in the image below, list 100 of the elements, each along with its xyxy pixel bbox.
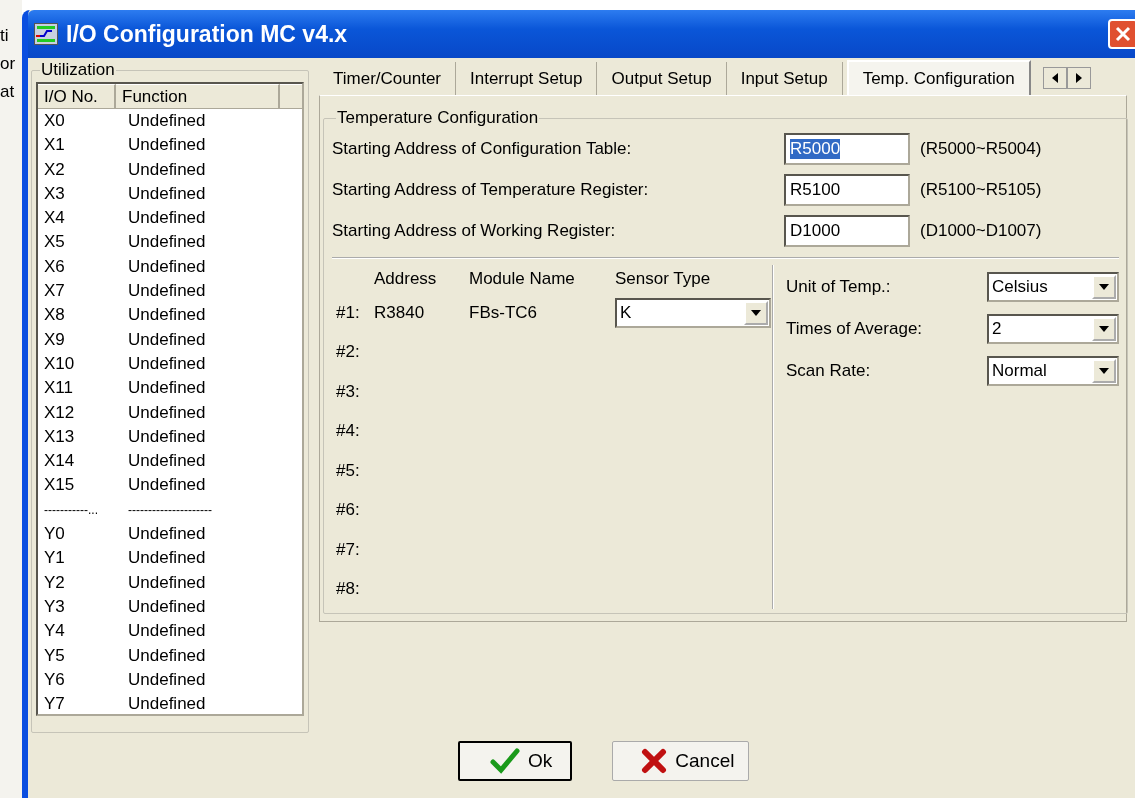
io-number: X1	[43, 134, 66, 157]
checkmark-icon	[490, 748, 520, 774]
function-cell-text: Undefined	[128, 280, 207, 303]
module-number: #7:	[335, 539, 361, 560]
app-icon	[34, 23, 58, 45]
dropdown-arrow-icon	[751, 309, 761, 316]
function-cell-text: Undefined	[128, 571, 207, 594]
range-text: (R5100~R5105)	[920, 179, 1042, 200]
close-icon	[1114, 25, 1132, 43]
scroll-right-button[interactable]	[1066, 66, 1091, 89]
column-header[interactable]: I/O No.	[38, 84, 116, 108]
function-cell-text: Undefined	[128, 377, 207, 400]
io-number: Y7	[43, 693, 66, 716]
background-window-text: at	[0, 81, 16, 103]
io-number: X5	[43, 231, 66, 254]
function-cell-text: Undefined	[128, 474, 207, 497]
io-number: X11	[43, 377, 74, 400]
range-text: (R5000~R5004)	[920, 138, 1042, 159]
function-cell-text: Undefined	[128, 182, 207, 205]
module-number: #3:	[335, 381, 361, 402]
io-number: Y0	[43, 523, 66, 546]
function-cell-text: Undefined	[128, 207, 207, 230]
sensor-type-dropdown[interactable]: K	[615, 297, 771, 328]
window-title: I/O Configuration MC v4.x	[66, 20, 349, 48]
module-address: R3840	[374, 302, 426, 323]
close-button[interactable]	[1108, 19, 1135, 49]
io-number: Y6	[43, 668, 66, 691]
background-window-text: ti	[0, 25, 10, 47]
function-cell-text: Undefined	[128, 110, 207, 132]
column-header: Module Name	[469, 269, 576, 289]
function-cell-text: Undefined	[128, 134, 207, 157]
function-cell-text: Undefined	[128, 158, 207, 181]
io-number: X14	[43, 450, 76, 473]
field-label: Starting Address of Configuration Table:	[332, 138, 633, 159]
io-number: X13	[43, 425, 76, 448]
io-number: Y1	[43, 547, 66, 570]
field-label: Starting Address of Temperature Register:	[332, 179, 650, 200]
io-number: X0	[43, 110, 66, 132]
function-cell-text: Undefined	[128, 352, 207, 375]
ok-button[interactable]: Ok	[458, 741, 573, 781]
group-title: Utilization	[40, 60, 116, 80]
column-header: Address	[374, 269, 438, 289]
setting-label: Scan Rate:	[786, 361, 872, 381]
io-number: Y3	[43, 595, 66, 618]
scroll-left-button[interactable]	[1042, 66, 1067, 89]
function-cell-text: Undefined	[128, 644, 207, 667]
setting-dropdown[interactable]: 2	[987, 314, 1119, 344]
dropdown-arrow-icon	[1099, 326, 1109, 332]
function-cell-text: Undefined	[128, 450, 207, 473]
module-number: #4:	[335, 421, 361, 442]
module-number: #6:	[335, 500, 361, 521]
tab[interactable]: Temp. Configuration	[846, 60, 1031, 95]
function-cell-text: Undefined	[128, 255, 207, 278]
cancel-button[interactable]: Cancel	[612, 741, 750, 781]
cross-icon	[641, 748, 668, 774]
module-number: #1:	[335, 302, 361, 323]
io-number: X2	[43, 158, 66, 181]
address-field[interactable]: R5100	[784, 173, 910, 206]
dropdown-arrow-icon	[1099, 368, 1109, 374]
column-header[interactable]: Function	[116, 84, 280, 108]
field-label: Starting Address of Working Register:	[332, 220, 617, 241]
io-number: X12	[43, 401, 76, 424]
function-cell-text: Undefined	[128, 328, 207, 351]
io-number: Y2	[43, 571, 66, 594]
io-number: X6	[43, 255, 66, 278]
io-number: X10	[43, 352, 76, 375]
left-triangle-icon	[1050, 72, 1059, 83]
function-cell-text: Undefined	[128, 401, 207, 424]
background-window-text: or	[0, 53, 17, 75]
function-cell-text: Undefined	[128, 547, 207, 570]
function-cell-text: Undefined	[128, 693, 207, 716]
io-number: X8	[43, 304, 66, 327]
io-number: Y4	[43, 620, 66, 643]
setting-dropdown[interactable]: Celsius	[987, 272, 1119, 302]
address-field[interactable]: R5000	[784, 132, 910, 165]
io-number: Y5	[43, 644, 66, 667]
function-cell-text: Undefined	[128, 668, 207, 691]
column-header: Sensor Type	[615, 269, 711, 289]
right-triangle-icon	[1074, 72, 1083, 83]
range-text: (D1000~D1007)	[920, 220, 1042, 241]
module-name: FBs-TC6	[469, 302, 538, 323]
module-number: #2:	[335, 342, 361, 363]
io-number: X4	[43, 207, 66, 230]
address-field[interactable]: D1000	[784, 214, 910, 247]
function-cell-text: Undefined	[128, 304, 207, 327]
dropdown-arrow-icon	[1099, 284, 1109, 290]
function-cell-text: Undefined	[128, 425, 207, 448]
io-number: X15	[43, 474, 76, 497]
module-number: #8:	[335, 579, 361, 600]
io-number: X3	[43, 182, 66, 205]
setting-label: Unit of Temp.:	[786, 277, 892, 297]
function-cell-text: Undefined	[128, 620, 207, 643]
function-cell-text: Undefined	[128, 231, 207, 254]
module-number: #5:	[335, 460, 361, 481]
function-cell-text: Undefined	[128, 523, 207, 546]
function-cell-text: Undefined	[128, 595, 207, 618]
group-title: Temperature Configuration	[336, 108, 540, 128]
separator-text: -----------...	[43, 501, 99, 519]
setting-dropdown[interactable]: Normal	[987, 356, 1119, 386]
io-number: X9	[43, 328, 66, 351]
